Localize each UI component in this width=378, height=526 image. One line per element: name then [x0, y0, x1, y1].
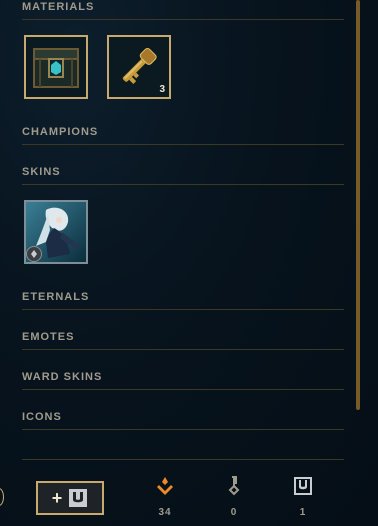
loot-item-skin[interactable] — [24, 200, 88, 264]
section-header-champions[interactable]: CHAMPIONS — [22, 126, 344, 145]
section-header-emotes[interactable]: EMOTES — [22, 331, 344, 350]
key-fragment-count: 0 — [230, 507, 238, 518]
section-header-materials: MATERIALS — [22, 1, 344, 20]
loot-item-chest[interactable] — [24, 35, 88, 99]
chest-count: 1 — [299, 507, 307, 518]
orange-essence-count: 34 — [158, 507, 172, 518]
key-fragment-icon — [228, 476, 240, 496]
plus-icon: + — [51, 488, 63, 508]
loot-inventory-list[interactable]: MATERIALS 3 CHAMPIONS SKINS ETERNALS EMO… — [0, 0, 356, 448]
partial-round-button[interactable] — [0, 488, 4, 506]
craft-key-button[interactable]: + — [36, 481, 104, 515]
section-header-skins[interactable]: SKINS — [22, 166, 344, 185]
currency-chest: 1 — [283, 476, 323, 518]
section-header-icons[interactable]: ICONS — [22, 411, 344, 430]
section-header-eternals[interactable]: ETERNALS — [22, 291, 344, 310]
scrollbar-thumb[interactable] — [356, 0, 360, 410]
rarity-emblem-icon — [26, 246, 42, 262]
section-header-ward-skins[interactable]: WARD SKINS — [22, 371, 344, 390]
footer-divider — [22, 459, 344, 460]
hextech-chest-icon — [26, 37, 86, 97]
loot-item-key[interactable]: 3 — [107, 35, 171, 99]
chest-icon — [294, 477, 312, 495]
currency-orange-essence: 34 — [145, 476, 185, 518]
currency-key-fragment: 0 — [214, 476, 254, 518]
orange-essence-icon — [157, 477, 173, 495]
chest-icon — [69, 489, 88, 507]
item-count: 3 — [159, 84, 165, 95]
